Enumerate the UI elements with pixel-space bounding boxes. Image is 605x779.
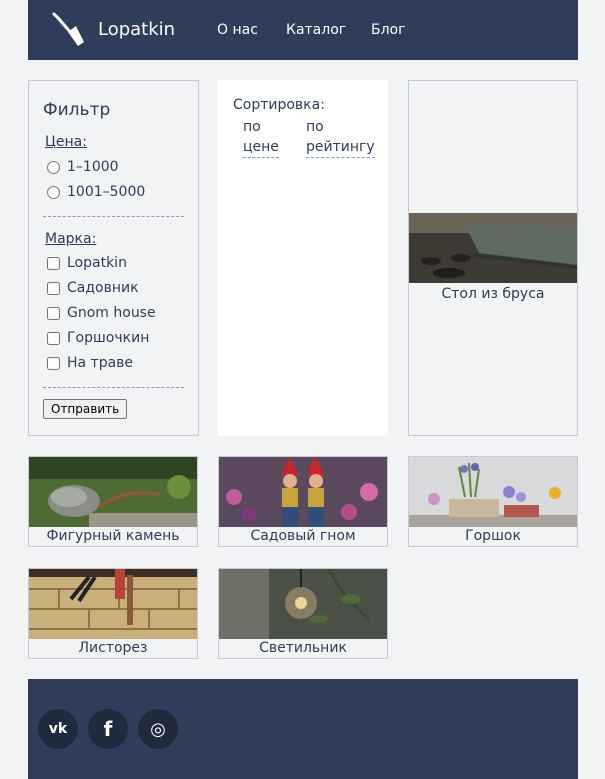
product-image-pot — [409, 457, 577, 527]
filter-divider — [43, 216, 184, 217]
brand-option-na-trave[interactable]: На траве — [47, 355, 133, 371]
product-card[interactable]: Садовый гном — [218, 456, 388, 547]
price-radio-1[interactable] — [47, 160, 60, 174]
filter-title: Фильтр — [43, 100, 111, 120]
brand-option-gorshochkin[interactable]: Горшочкин — [47, 330, 149, 346]
product-image-pruner — [29, 569, 197, 639]
facebook-icon[interactable]: f — [88, 709, 128, 749]
brand-option-lopatkin[interactable]: Lopatkin — [47, 255, 127, 271]
product-name: Горшок — [465, 528, 521, 544]
product-image-lamp — [219, 569, 387, 639]
price-label: Цена: — [45, 134, 87, 150]
product-card[interactable]: Листорез — [28, 568, 198, 659]
product-image-stone — [29, 457, 197, 527]
product-name: Фигурный камень — [46, 528, 180, 544]
price-option-2[interactable]: 1001–5000 — [47, 184, 145, 200]
sort-by-rating-link[interactable]: по рейтингу — [306, 117, 375, 158]
product-card[interactable]: Фигурный камень — [28, 456, 198, 547]
brand-checkbox[interactable] — [47, 356, 60, 370]
brand-checkbox[interactable] — [47, 331, 60, 345]
brand-name[interactable]: Lopatkin — [98, 19, 175, 40]
brand-checkbox[interactable] — [47, 281, 60, 295]
shovel-logo-icon[interactable] — [50, 12, 86, 48]
brand-option-sadovnik[interactable]: Садовник — [47, 280, 139, 296]
product-name: Стол из бруса — [441, 286, 545, 302]
nav-catalog[interactable]: Каталог — [286, 22, 346, 38]
vk-icon[interactable]: vk — [38, 709, 78, 749]
product-name: Листорез — [78, 640, 148, 656]
brand-option-gnom-house[interactable]: Gnom house — [47, 305, 156, 321]
site-header: Lopatkin О нас Каталог Блог — [28, 0, 578, 60]
instagram-icon[interactable]: ◎ — [138, 709, 178, 749]
sort-panel: Сортировка: по цене по рейтингу — [218, 80, 388, 436]
filter-panel: Фильтр Цена: 1–1000 1001–5000 Марка: Lop… — [28, 80, 199, 436]
price-option-1[interactable]: 1–1000 — [47, 159, 119, 175]
product-image-table — [409, 213, 577, 283]
nav-about[interactable]: О нас — [217, 22, 258, 38]
product-name: Садовый гном — [250, 528, 356, 544]
nav-blog[interactable]: Блог — [371, 22, 405, 38]
product-name: Светильник — [259, 640, 347, 656]
brand-checkbox[interactable] — [47, 306, 60, 320]
product-card[interactable]: Горшок — [408, 456, 578, 547]
sort-by-price-link[interactable]: по цене — [243, 117, 279, 158]
product-card[interactable]: Светильник — [218, 568, 388, 659]
product-card[interactable]: Стол из бруса — [408, 80, 578, 436]
price-radio-2[interactable] — [47, 185, 60, 199]
submit-button[interactable]: Отправить — [43, 399, 128, 419]
brand-label: Марка: — [45, 231, 97, 247]
site-footer: vk f ◎ — [28, 679, 578, 779]
filter-divider — [43, 387, 184, 388]
brand-checkbox[interactable] — [47, 256, 60, 270]
sort-title: Сортировка: — [233, 97, 325, 113]
product-image-gnome — [219, 457, 387, 527]
